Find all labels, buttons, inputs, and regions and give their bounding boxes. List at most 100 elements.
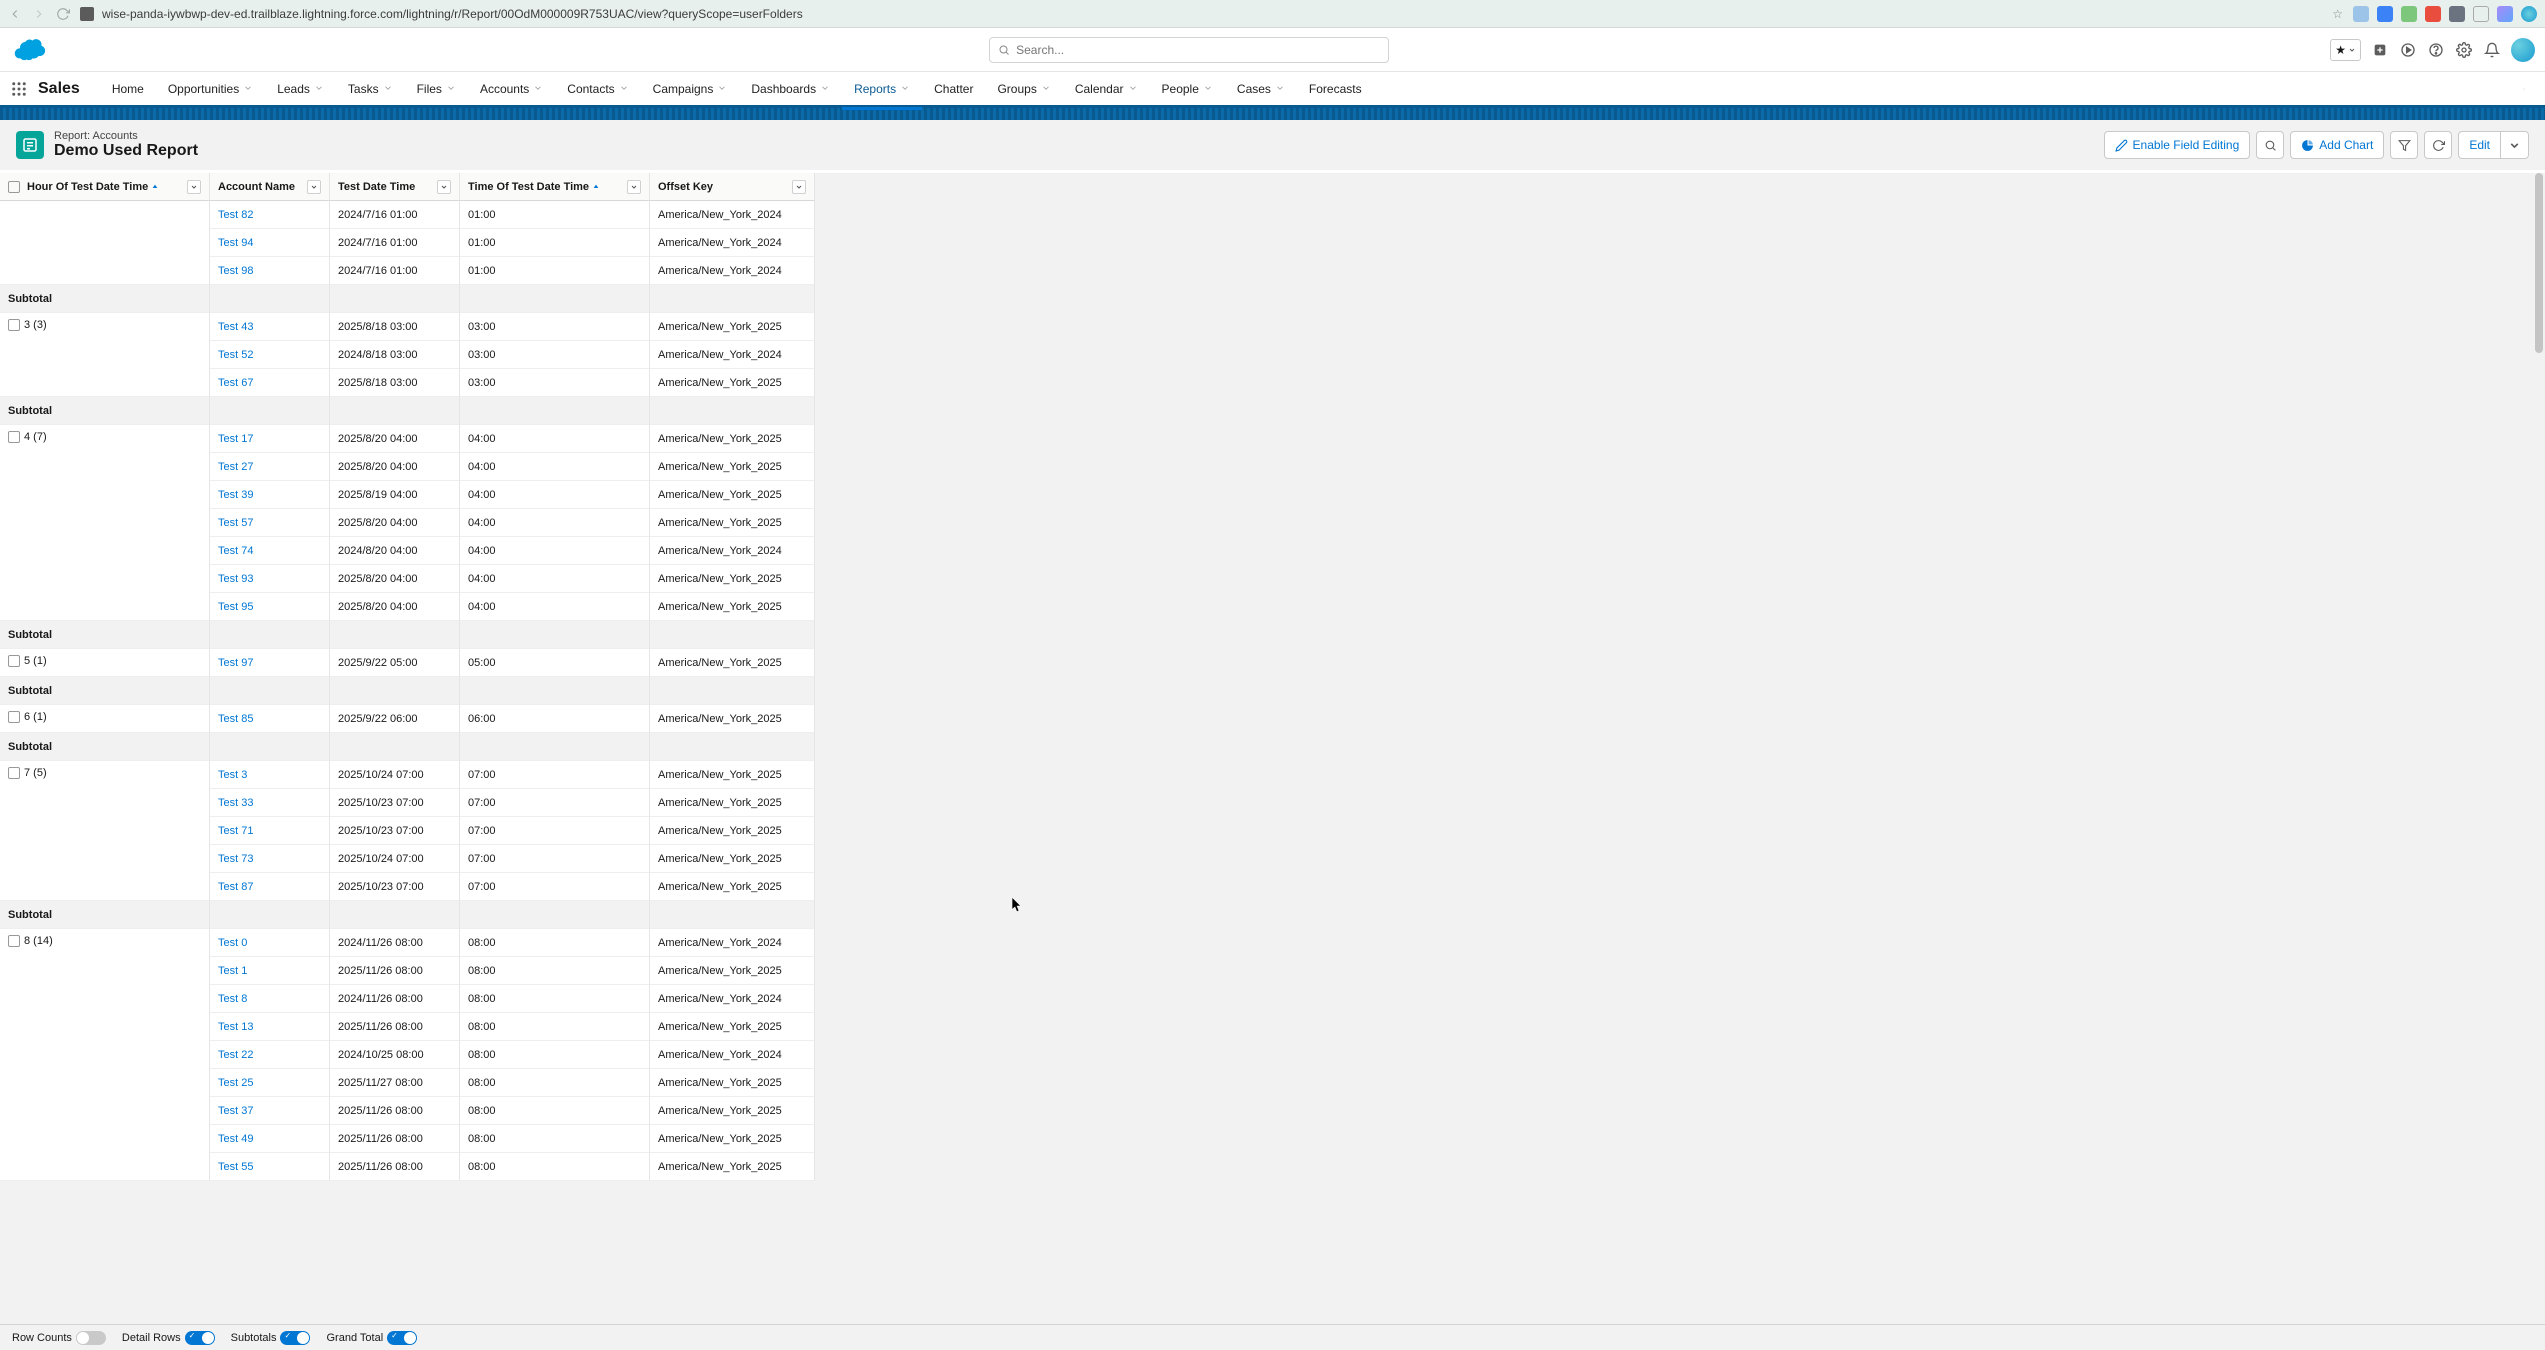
edit-dropdown-button[interactable] bbox=[2501, 131, 2529, 159]
chevron-down-icon[interactable] bbox=[1275, 82, 1285, 96]
column-menu-icon[interactable] bbox=[307, 180, 321, 194]
account-link[interactable]: Test 1 bbox=[218, 965, 247, 977]
account-link[interactable]: Test 25 bbox=[218, 1077, 253, 1089]
group-checkbox[interactable] bbox=[8, 711, 20, 723]
account-link[interactable]: Test 22 bbox=[218, 1049, 253, 1061]
global-search[interactable] bbox=[989, 37, 1389, 63]
column-menu-icon[interactable] bbox=[187, 180, 201, 194]
nav-item-people[interactable]: People bbox=[1150, 71, 1225, 107]
chevron-down-icon[interactable] bbox=[1128, 82, 1138, 96]
ext-icon-6[interactable] bbox=[2473, 6, 2489, 22]
ext-icon-5[interactable] bbox=[2449, 6, 2465, 22]
nav-item-tasks[interactable]: Tasks bbox=[336, 71, 405, 107]
account-link[interactable]: Test 39 bbox=[218, 489, 253, 501]
edit-button[interactable]: Edit bbox=[2458, 131, 2501, 159]
add-chart-button[interactable]: Add Chart bbox=[2290, 131, 2384, 159]
favorites-button[interactable]: ★ bbox=[2330, 39, 2361, 61]
account-link[interactable]: Test 82 bbox=[218, 209, 253, 221]
chevron-down-icon[interactable] bbox=[1203, 82, 1213, 96]
group-cell[interactable]: 5 (1) bbox=[0, 649, 210, 677]
profile-avatar-icon[interactable] bbox=[2521, 6, 2537, 22]
chevron-down-icon[interactable] bbox=[820, 82, 830, 96]
bookmark-star-icon[interactable]: ☆ bbox=[2332, 7, 2343, 21]
group-checkbox[interactable] bbox=[8, 319, 20, 331]
scrollbar-thumb[interactable] bbox=[2535, 173, 2543, 353]
chevron-down-icon[interactable] bbox=[619, 82, 629, 96]
edit-nav-icon[interactable] bbox=[2523, 83, 2535, 95]
global-actions-icon[interactable] bbox=[2371, 41, 2389, 59]
notifications-bell-icon[interactable] bbox=[2483, 41, 2501, 59]
nav-item-forecasts[interactable]: Forecasts bbox=[1297, 71, 1374, 107]
nav-item-home[interactable]: Home bbox=[100, 71, 156, 107]
group-checkbox[interactable] bbox=[8, 767, 20, 779]
group-checkbox[interactable] bbox=[8, 431, 20, 443]
group-cell[interactable]: 7 (5) bbox=[0, 761, 210, 901]
nav-item-leads[interactable]: Leads bbox=[265, 71, 336, 107]
grand-total-toggle[interactable] bbox=[387, 1331, 417, 1345]
setup-gear-icon[interactable] bbox=[2455, 41, 2473, 59]
subtotals-toggle[interactable] bbox=[280, 1331, 310, 1345]
chevron-down-icon[interactable] bbox=[446, 82, 456, 96]
account-link[interactable]: Test 71 bbox=[218, 825, 253, 837]
app-launcher-icon[interactable] bbox=[10, 80, 28, 98]
account-link[interactable]: Test 27 bbox=[218, 461, 253, 473]
account-link[interactable]: Test 94 bbox=[218, 237, 253, 249]
chevron-down-icon[interactable] bbox=[314, 82, 324, 96]
column-header-test-date-time[interactable]: Test Date Time bbox=[330, 173, 460, 201]
account-link[interactable]: Test 93 bbox=[218, 573, 253, 585]
global-search-input[interactable] bbox=[1016, 43, 1380, 57]
chevron-down-icon[interactable] bbox=[533, 82, 543, 96]
help-icon[interactable] bbox=[2427, 41, 2445, 59]
search-report-button[interactable] bbox=[2256, 131, 2284, 159]
nav-item-accounts[interactable]: Accounts bbox=[468, 71, 555, 107]
account-link[interactable]: Test 3 bbox=[218, 769, 247, 781]
group-cell[interactable]: 6 (1) bbox=[0, 705, 210, 733]
nav-item-chatter[interactable]: Chatter bbox=[922, 71, 985, 107]
refresh-button[interactable] bbox=[2424, 131, 2452, 159]
url-bar[interactable]: wise-panda-iywbwp-dev-ed.trailblaze.ligh… bbox=[80, 7, 2322, 21]
ext-icon-1[interactable] bbox=[2353, 6, 2369, 22]
account-link[interactable]: Test 17 bbox=[218, 433, 253, 445]
account-link[interactable]: Test 67 bbox=[218, 377, 253, 389]
nav-item-opportunities[interactable]: Opportunities bbox=[156, 71, 265, 107]
account-link[interactable]: Test 0 bbox=[218, 937, 247, 949]
account-link[interactable]: Test 8 bbox=[218, 993, 247, 1005]
browser-forward-icon[interactable] bbox=[32, 7, 46, 21]
ext-icon-3[interactable] bbox=[2401, 6, 2417, 22]
nav-item-files[interactable]: Files bbox=[405, 71, 468, 107]
account-link[interactable]: Test 98 bbox=[218, 265, 253, 277]
account-link[interactable]: Test 55 bbox=[218, 1161, 253, 1173]
column-header-account[interactable]: Account Name bbox=[210, 173, 330, 201]
user-avatar[interactable] bbox=[2511, 38, 2535, 62]
enable-field-editing-button[interactable]: Enable Field Editing bbox=[2104, 131, 2251, 159]
chevron-down-icon[interactable] bbox=[1041, 82, 1051, 96]
nav-item-campaigns[interactable]: Campaigns bbox=[641, 71, 740, 107]
group-checkbox[interactable] bbox=[8, 655, 20, 667]
account-link[interactable]: Test 95 bbox=[218, 601, 253, 613]
salesforce-logo[interactable] bbox=[10, 37, 48, 63]
report-body[interactable]: Hour Of Test Date Time Account Name Test… bbox=[0, 173, 2545, 1324]
account-link[interactable]: Test 74 bbox=[218, 545, 253, 557]
group-cell[interactable]: 4 (7) bbox=[0, 425, 210, 621]
account-link[interactable]: Test 73 bbox=[218, 853, 253, 865]
chevron-down-icon[interactable] bbox=[900, 82, 910, 96]
group-cell[interactable]: 8 (14) bbox=[0, 929, 210, 1181]
account-link[interactable]: Test 52 bbox=[218, 349, 253, 361]
chevron-down-icon[interactable] bbox=[717, 82, 727, 96]
browser-refresh-icon[interactable] bbox=[56, 7, 70, 21]
column-menu-icon[interactable] bbox=[627, 180, 641, 194]
account-link[interactable]: Test 87 bbox=[218, 881, 253, 893]
group-cell[interactable] bbox=[0, 201, 210, 285]
group-cell[interactable]: 3 (3) bbox=[0, 313, 210, 397]
ext-icon-4[interactable] bbox=[2425, 6, 2441, 22]
account-link[interactable]: Test 97 bbox=[218, 657, 253, 669]
browser-back-icon[interactable] bbox=[8, 7, 22, 21]
account-link[interactable]: Test 43 bbox=[218, 321, 253, 333]
chevron-down-icon[interactable] bbox=[243, 82, 253, 96]
account-link[interactable]: Test 85 bbox=[218, 713, 253, 725]
guidance-center-icon[interactable] bbox=[2399, 41, 2417, 59]
nav-item-reports[interactable]: Reports bbox=[842, 71, 922, 107]
column-header-offset-key[interactable]: Offset Key bbox=[650, 173, 815, 201]
account-link[interactable]: Test 37 bbox=[218, 1105, 253, 1117]
nav-item-contacts[interactable]: Contacts bbox=[555, 71, 640, 107]
